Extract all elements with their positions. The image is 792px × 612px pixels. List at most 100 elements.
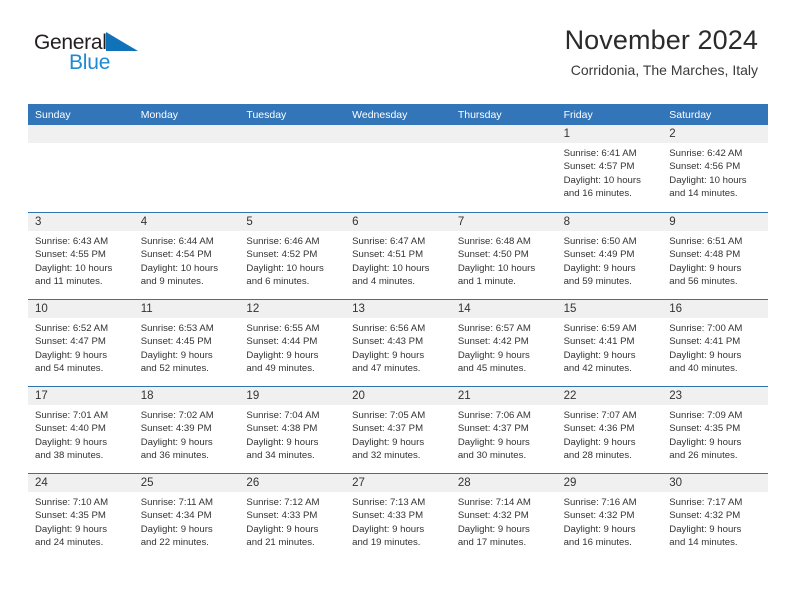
day-cell[interactable]: 21 Sunrise: 7:06 AM Sunset: 4:37 PM Dayligh…: [450, 387, 557, 473]
sunrise-text: Sunrise: 6:59 AM: [563, 323, 637, 334]
day-number: 20: [352, 389, 365, 402]
day-number: 5: [246, 215, 253, 228]
day-cell[interactable]: 14 Sunrise: 6:57 AM Sunset: 4:42 PM Dayligh…: [450, 300, 557, 386]
sunrise-text: Sunrise: 7:13 AM: [352, 497, 426, 508]
sunset-text: Sunset: 4:37 PM: [352, 423, 424, 435]
day-cell[interactable]: 27 Sunrise: 7:13 AM Sunset: 4:33 PM Dayligh…: [345, 474, 451, 560]
daylight-text-line2: and 16 minutes.: [563, 536, 632, 548]
day-details: Sunrise: 6:46 AM Sunset: 4:52 PM Daylight:…: [239, 231, 345, 288]
day-cell[interactable]: 30 Sunrise: 7:17 AM Sunset: 4:32 PM Dayligh…: [662, 474, 768, 560]
day-cell[interactable]: 28 Sunrise: 7:14 AM Sunset: 4:32 PM Dayligh…: [450, 474, 557, 560]
daylight-text-line2: and 49 minutes.: [246, 362, 315, 374]
day-cell-empty: [345, 125, 451, 212]
day-cell[interactable]: 16 Sunrise: 7:00 AM Sunset: 4:41 PM Dayligh…: [662, 300, 768, 386]
day-number: 17: [35, 389, 48, 402]
sunrise-text: Sunrise: 7:02 AM: [140, 410, 214, 421]
daylight-text-line1: Daylight: 9 hours: [352, 349, 425, 361]
day-cell[interactable]: 7 Sunrise: 6:48 AM Sunset: 4:50 PM Daylight…: [450, 213, 557, 299]
day-cell[interactable]: 19 Sunrise: 7:04 AM Sunset: 4:38 PM Dayligh…: [239, 387, 346, 473]
daylight-text-line1: Daylight: 9 hours: [35, 523, 107, 535]
day-cell[interactable]: 15 Sunrise: 6:59 AM Sunset: 4:41 PM Dayligh…: [556, 300, 663, 386]
daylight-text-line2: and 6 minutes.: [246, 275, 310, 287]
day-details: [239, 143, 345, 147]
sunrise-text: Sunrise: 6:48 AM: [457, 236, 531, 247]
day-cell[interactable]: 10 Sunrise: 6:52 AM Sunset: 4:47 PM Dayligh…: [28, 300, 134, 386]
day-cell[interactable]: 24 Sunrise: 7:10 AM Sunset: 4:35 PM Dayligh…: [28, 474, 134, 560]
day-number-band: 23: [662, 387, 768, 405]
day-number: 27: [352, 476, 365, 489]
daylight-text-line1: Daylight: 10 hours: [352, 262, 430, 274]
weekday-header-row: Sunday Monday Tuesday Wednesday Thursday…: [28, 104, 768, 125]
day-number-band: 1: [556, 125, 663, 143]
day-number: 30: [669, 476, 683, 489]
sunrise-text: Sunrise: 6:43 AM: [35, 236, 109, 247]
sunset-text: Sunset: 4:56 PM: [669, 161, 741, 173]
daylight-text-line1: Daylight: 9 hours: [563, 523, 636, 535]
day-cell[interactable]: 2 Sunrise: 6:42 AM Sunset: 4:56 PM Daylight…: [662, 125, 768, 212]
day-cell[interactable]: 26 Sunrise: 7:12 AM Sunset: 4:33 PM Dayligh…: [239, 474, 346, 560]
day-cell[interactable]: 4 Sunrise: 6:44 AM Sunset: 4:54 PM Daylight…: [133, 213, 240, 299]
sunset-text: Sunset: 4:45 PM: [140, 336, 212, 348]
day-details: Sunrise: 7:05 AM Sunset: 4:37 PM Daylight:…: [345, 405, 451, 462]
day-cell[interactable]: 23 Sunrise: 7:09 AM Sunset: 4:35 PM Dayligh…: [662, 387, 768, 473]
sunset-text: Sunset: 4:32 PM: [457, 510, 529, 522]
sunset-text: Sunset: 4:51 PM: [352, 249, 424, 261]
daylight-text-line2: and 30 minutes.: [457, 449, 527, 461]
sunrise-text: Sunrise: 7:10 AM: [35, 497, 109, 508]
day-cell[interactable]: 29 Sunrise: 7:16 AM Sunset: 4:32 PM Dayligh…: [556, 474, 663, 560]
day-cell[interactable]: 6 Sunrise: 6:47 AM Sunset: 4:51 PM Daylight…: [345, 213, 451, 299]
day-cell[interactable]: 5 Sunrise: 6:46 AM Sunset: 4:52 PM Daylight…: [239, 213, 346, 299]
day-number-band: 27: [345, 474, 451, 492]
weekday-header-saturday: Saturday: [669, 108, 712, 121]
sunrise-text: Sunrise: 6:57 AM: [457, 323, 531, 334]
day-cell[interactable]: 22 Sunrise: 7:07 AM Sunset: 4:36 PM Dayligh…: [556, 387, 663, 473]
day-number: 8: [563, 215, 570, 228]
sunrise-text: Sunrise: 6:53 AM: [140, 323, 214, 334]
day-cell[interactable]: 11 Sunrise: 6:53 AM Sunset: 4:45 PM Dayligh…: [133, 300, 240, 386]
day-cell[interactable]: 3 Sunrise: 6:43 AM Sunset: 4:55 PM Daylight…: [28, 213, 134, 299]
day-details: [134, 143, 240, 147]
day-cell-empty: [133, 125, 240, 212]
day-number: 9: [669, 215, 676, 228]
day-number: 26: [246, 476, 260, 489]
day-number-band: 21: [450, 387, 557, 405]
sunrise-text: Sunrise: 6:51 AM: [669, 236, 743, 247]
day-number: 10: [35, 302, 48, 315]
day-number-band: 3: [28, 213, 134, 231]
day-cell[interactable]: 8 Sunrise: 6:50 AM Sunset: 4:49 PM Daylight…: [556, 213, 663, 299]
sunset-text: Sunset: 4:55 PM: [35, 249, 106, 261]
day-cell[interactable]: 13 Sunrise: 6:56 AM Sunset: 4:43 PM Dayligh…: [345, 300, 451, 386]
sunset-text: Sunset: 4:48 PM: [669, 249, 741, 261]
general-blue-logo[interactable]: General Blue: [34, 31, 138, 73]
day-details: Sunrise: 6:41 AM Sunset: 4:57 PM Daylight:…: [557, 143, 663, 200]
logo-top-row: General: [34, 31, 138, 53]
day-cell[interactable]: 20 Sunrise: 7:05 AM Sunset: 4:37 PM Dayligh…: [345, 387, 451, 473]
day-cell[interactable]: 9 Sunrise: 6:51 AM Sunset: 4:48 PM Daylight…: [662, 213, 768, 299]
day-details: Sunrise: 6:48 AM Sunset: 4:50 PM Daylight:…: [451, 231, 557, 288]
day-cell[interactable]: 18 Sunrise: 7:02 AM Sunset: 4:39 PM Dayligh…: [133, 387, 240, 473]
day-details: Sunrise: 6:56 AM Sunset: 4:43 PM Daylight:…: [345, 318, 451, 375]
sunset-text: Sunset: 4:34 PM: [140, 510, 212, 522]
daylight-text-line2: and 45 minutes.: [457, 362, 527, 374]
sunrise-text: Sunrise: 6:44 AM: [140, 236, 214, 247]
day-number-band: 20: [345, 387, 451, 405]
daylight-text-line1: Daylight: 9 hours: [563, 436, 636, 448]
day-cell[interactable]: 17 Sunrise: 7:01 AM Sunset: 4:40 PM Dayligh…: [28, 387, 134, 473]
page-subtitle: Corridonia, The Marches, Italy: [570, 62, 758, 78]
day-cell[interactable]: 12 Sunrise: 6:55 AM Sunset: 4:44 PM Dayligh…: [239, 300, 346, 386]
daylight-text-line2: and 16 minutes.: [563, 187, 632, 199]
daylight-text-line2: and 4 minutes.: [352, 275, 416, 287]
day-cell[interactable]: 1 Sunrise: 6:41 AM Sunset: 4:57 PM Daylight…: [556, 125, 663, 212]
day-number: 28: [457, 476, 471, 489]
sunrise-text: Sunrise: 6:50 AM: [563, 236, 637, 247]
daylight-text-line2: and 42 minutes.: [563, 362, 632, 374]
page-title: November 2024: [564, 25, 758, 55]
day-number: 3: [35, 215, 42, 228]
sunrise-text: Sunrise: 7:16 AM: [563, 497, 637, 508]
day-number-band: 29: [556, 474, 663, 492]
day-cell[interactable]: 25 Sunrise: 7:11 AM Sunset: 4:34 PM Dayligh…: [133, 474, 240, 560]
daylight-text-line1: Daylight: 9 hours: [246, 523, 319, 535]
daylight-text-line1: Daylight: 9 hours: [352, 523, 425, 535]
daylight-text-line2: and 32 minutes.: [352, 449, 421, 461]
daylight-text-line2: and 24 minutes.: [35, 536, 104, 548]
